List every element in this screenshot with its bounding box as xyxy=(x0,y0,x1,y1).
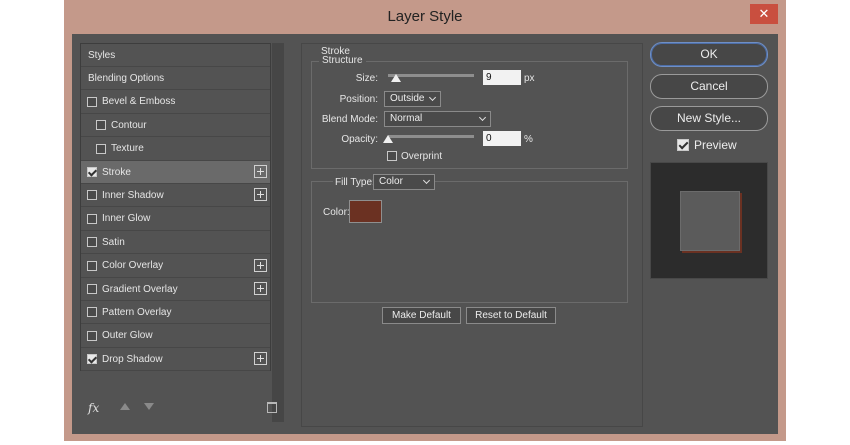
opacity-slider-track[interactable] xyxy=(388,135,474,138)
size-label: Size: xyxy=(355,73,378,84)
style-item-label: Stroke xyxy=(102,166,131,178)
style-item-color-overlay[interactable]: Color Overlay xyxy=(81,255,270,278)
add-gradient-overlay-icon[interactable] xyxy=(254,282,267,295)
style-item-label: Bevel & Emboss xyxy=(102,96,176,108)
style-item-label: Texture xyxy=(111,143,144,155)
ok-button[interactable]: OK xyxy=(650,42,768,67)
opacity-label: Opacity: xyxy=(341,134,378,145)
fx-button[interactable]: fx xyxy=(88,401,99,415)
add-drop-shadow-icon[interactable] xyxy=(254,352,267,366)
style-item-label: Styles xyxy=(88,49,116,61)
styles-footer: fx xyxy=(80,398,283,420)
style-item-bevel-emboss[interactable]: Bevel & Emboss xyxy=(81,91,270,114)
style-item-styles[interactable]: Styles xyxy=(81,44,270,67)
color-label: Color: xyxy=(323,207,350,218)
cancel-button[interactable]: Cancel xyxy=(650,74,768,99)
texture-checkbox[interactable] xyxy=(96,143,106,154)
preview-thumbnail xyxy=(680,191,740,251)
close-button[interactable]: ✕ xyxy=(750,4,778,24)
position-value: Outside xyxy=(390,93,425,104)
satin-checkbox[interactable] xyxy=(87,237,97,248)
style-item-pattern-overlay[interactable]: Pattern Overlay xyxy=(81,301,270,325)
gradient-overlay-checkbox[interactable] xyxy=(87,284,97,294)
chevron-down-icon xyxy=(478,113,487,122)
add-inner-shadow-icon[interactable] xyxy=(254,188,267,202)
style-item-stroke[interactable]: Stroke xyxy=(81,161,270,184)
title-bar[interactable]: Layer Style ✕ xyxy=(64,0,786,34)
style-item-outer-glow[interactable]: Outer Glow xyxy=(81,325,270,348)
fill-type-label: Fill Type: xyxy=(333,177,377,188)
trash-icon[interactable] xyxy=(267,402,277,413)
size-input[interactable]: 9 xyxy=(483,70,521,85)
blend-mode-value: Normal xyxy=(390,113,423,124)
opacity-unit: % xyxy=(524,134,533,145)
style-item-drop-shadow[interactable]: Drop Shadow xyxy=(81,348,270,372)
opacity-input[interactable]: 0 xyxy=(483,131,521,146)
style-item-label: Satin xyxy=(102,236,125,248)
style-item-label: Contour xyxy=(111,119,147,131)
style-item-label: Inner Glow xyxy=(102,213,151,225)
new-style-button[interactable]: New Style... xyxy=(650,106,768,131)
size-slider-thumb[interactable] xyxy=(391,74,401,82)
pattern-overlay-checkbox[interactable] xyxy=(87,307,97,318)
inner-shadow-checkbox[interactable] xyxy=(87,190,97,201)
reset-to-default-button[interactable]: Reset to Default xyxy=(466,307,556,324)
inner-glow-checkbox[interactable] xyxy=(87,213,97,224)
style-item-label: Inner Shadow xyxy=(102,189,164,201)
style-item-label: Gradient Overlay xyxy=(102,283,178,295)
style-item-label: Color Overlay xyxy=(102,260,164,272)
overprint-label: Overprint xyxy=(401,151,443,162)
style-item-inner-glow[interactable]: Inner Glow xyxy=(81,208,270,231)
style-item-gradient-overlay[interactable]: Gradient Overlay xyxy=(81,278,270,301)
bevel-emboss-checkbox[interactable] xyxy=(87,96,97,107)
position-select[interactable]: Outside xyxy=(384,91,441,107)
dialog-title: Layer Style xyxy=(387,8,463,25)
style-item-texture[interactable]: Texture xyxy=(81,138,270,161)
move-up-icon[interactable] xyxy=(120,403,130,410)
style-item-blending-options[interactable]: Blending Options xyxy=(81,67,270,91)
size-unit: px xyxy=(524,73,535,84)
fill-type-select[interactable]: Color xyxy=(373,174,435,190)
add-color-overlay-icon[interactable] xyxy=(254,258,267,272)
stroke-settings-panel: Stroke Structure Size: 9 px Position: Ou… xyxy=(301,43,643,427)
outer-glow-checkbox[interactable] xyxy=(87,330,97,341)
chevron-down-icon xyxy=(422,176,431,185)
styles-list: Styles Blending Options Bevel & Emboss Cont… xyxy=(80,43,271,372)
style-item-label: Blending Options xyxy=(88,72,165,84)
style-item-contour[interactable]: Contour xyxy=(81,114,270,138)
style-item-label: Outer Glow xyxy=(102,330,153,342)
chevron-down-icon xyxy=(428,93,437,102)
style-item-satin[interactable]: Satin xyxy=(81,231,270,255)
fill-type-value: Color xyxy=(379,176,403,187)
blend-mode-select[interactable]: Normal xyxy=(384,111,491,127)
opacity-slider-thumb[interactable] xyxy=(383,135,393,143)
make-default-button[interactable]: Make Default xyxy=(382,307,461,324)
style-item-label: Pattern Overlay xyxy=(102,306,172,318)
position-label: Position: xyxy=(339,94,378,105)
close-icon: ✕ xyxy=(758,6,770,21)
color-overlay-checkbox[interactable] xyxy=(87,260,97,271)
dialog-body: Styles Blending Options Bevel & Emboss Cont… xyxy=(72,34,778,434)
contour-checkbox[interactable] xyxy=(96,120,106,131)
structure-title: Structure xyxy=(319,55,366,66)
stroke-color-swatch[interactable] xyxy=(349,200,382,223)
blend-mode-label: Blend Mode: xyxy=(321,114,378,125)
preview-checkbox[interactable] xyxy=(677,139,689,151)
preview-label: Preview xyxy=(694,138,737,152)
style-preview xyxy=(650,162,768,279)
style-item-label: Drop Shadow xyxy=(102,353,163,365)
overprint-checkbox[interactable] xyxy=(387,151,397,161)
drop-shadow-checkbox[interactable] xyxy=(87,354,97,365)
style-item-inner-shadow[interactable]: Inner Shadow xyxy=(81,184,270,208)
move-down-icon[interactable] xyxy=(144,403,154,410)
styles-list-scrollbar[interactable] xyxy=(272,43,284,422)
layer-style-dialog: Layer Style ✕ Styles Blending Options Beve… xyxy=(64,0,786,441)
stroke-checkbox[interactable] xyxy=(87,167,97,177)
add-stroke-icon[interactable] xyxy=(254,165,267,178)
